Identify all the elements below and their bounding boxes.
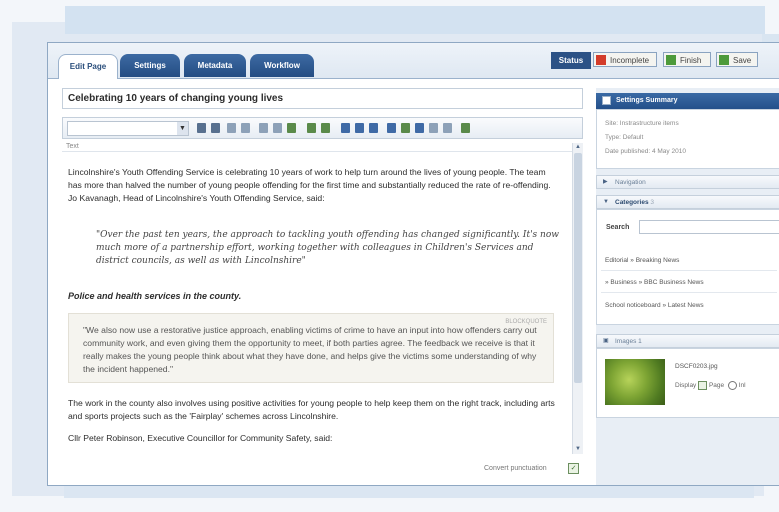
image-display-options: Display Page Inl xyxy=(675,381,746,390)
inline-radio[interactable] xyxy=(727,381,737,390)
paragraph: Cllr Peter Robinson, Executive Councillo… xyxy=(68,433,333,443)
settings-summary-header[interactable]: Settings Summary xyxy=(596,93,779,109)
images-count: 1 xyxy=(638,338,642,345)
pull-quote: "Over the past ten years, the approach t… xyxy=(96,230,559,266)
navigation-label: Navigation xyxy=(615,179,646,186)
incomplete-status-button[interactable]: Incomplete xyxy=(593,52,657,67)
settings-summary-icon xyxy=(602,96,611,105)
image-filename: DSCF0203.jpg xyxy=(675,363,718,370)
save-label: Save xyxy=(733,56,752,65)
chevron-down-icon: ▼ xyxy=(603,199,609,205)
navigation-section[interactable]: ▶ Navigation xyxy=(596,175,779,189)
search-label: Search xyxy=(606,224,630,231)
sidebar: Settings Summary Site: Instrastructure i… xyxy=(596,88,779,485)
scrollbar-thumb[interactable] xyxy=(574,153,582,383)
site-meta: Site: Instrastructure items xyxy=(605,120,679,127)
special-char-icon[interactable] xyxy=(443,123,452,133)
blockquote-tag: BLOCKQUOTE xyxy=(505,319,547,325)
type-meta: Type: Default xyxy=(605,134,644,141)
images-box: DSCF0203.jpg Display Page Inl xyxy=(596,348,779,418)
images-section[interactable]: ▣ Images 1 xyxy=(596,334,779,348)
convert-punctuation-checkbox[interactable]: ✓ xyxy=(568,463,579,474)
background-panel-top xyxy=(65,6,765,34)
bullet-list-icon[interactable] xyxy=(227,123,236,133)
finish-label: Finish xyxy=(680,56,702,65)
category-item[interactable]: Editorial » Breaking News xyxy=(605,257,679,264)
page-title-input[interactable]: Celebrating 10 years of changing young l… xyxy=(62,88,583,109)
scroll-down-icon[interactable]: ▼ xyxy=(573,445,583,454)
display-label: Display xyxy=(675,382,697,390)
spellcheck-icon[interactable] xyxy=(461,123,470,133)
paste-text-icon[interactable] xyxy=(307,123,316,133)
unlink-icon[interactable] xyxy=(355,123,364,133)
chevron-down-icon: ▼ xyxy=(177,122,188,135)
paste-word-icon[interactable] xyxy=(321,123,330,133)
tab-workflow[interactable]: Workflow xyxy=(250,54,314,77)
incomplete-label: Incomplete xyxy=(610,56,650,65)
page-option-label: Page xyxy=(708,382,725,390)
copy-icon[interactable] xyxy=(273,123,282,133)
save-button[interactable]: Save xyxy=(716,52,758,67)
paragraph: Lincolnshire's Youth Offending Service i… xyxy=(68,167,551,203)
editor-scrollbar[interactable]: ▲ ▼ xyxy=(572,143,583,454)
categories-count: 3 xyxy=(650,199,655,206)
image-icon[interactable] xyxy=(387,123,396,133)
inline-option-label: Inl xyxy=(738,382,746,390)
subheading: Police and health services in the county… xyxy=(68,291,242,301)
image-icon: ▣ xyxy=(603,338,609,344)
numbered-list-icon[interactable] xyxy=(241,123,250,133)
tab-bar: Edit Page Settings Metadata Workflow Sta… xyxy=(48,43,779,79)
category-item[interactable]: » Business » BBC Business News xyxy=(605,279,704,286)
incomplete-flag-icon xyxy=(596,55,606,65)
rich-text-editor[interactable]: Lincolnshire's Youth Offending Service i… xyxy=(62,151,572,455)
horizontal-rule-icon[interactable] xyxy=(429,123,438,133)
page-checkbox[interactable] xyxy=(698,381,708,390)
paragraph: The work in the county also involves usi… xyxy=(68,398,555,421)
divider xyxy=(601,270,777,271)
status-label: Status xyxy=(551,52,591,69)
text-field-label: Text xyxy=(66,143,79,150)
media-icon[interactable] xyxy=(401,123,410,133)
save-icon xyxy=(719,55,729,65)
bold-icon[interactable] xyxy=(197,123,206,133)
tab-settings[interactable]: Settings xyxy=(120,54,180,77)
categories-label: Categories xyxy=(615,199,649,206)
convert-punctuation-label: Convert punctuation xyxy=(484,465,547,472)
link-icon[interactable] xyxy=(341,123,350,133)
paste-icon[interactable] xyxy=(287,123,296,133)
cms-window: Edit Page Settings Metadata Workflow Sta… xyxy=(47,42,779,486)
category-search-input[interactable] xyxy=(639,220,779,234)
divider xyxy=(601,292,777,293)
images-label: Images xyxy=(615,338,637,345)
categories-box: Search Editorial » Breaking News » Busin… xyxy=(596,209,779,325)
tab-edit-page[interactable]: Edit Page xyxy=(58,54,118,79)
table-icon[interactable] xyxy=(415,123,424,133)
category-item[interactable]: School noticeboard » Latest News xyxy=(605,302,704,309)
settings-summary-box: Site: Instrastructure items Type: Defaul… xyxy=(596,109,779,169)
finish-check-icon xyxy=(666,55,676,65)
categories-section[interactable]: ▼ Categories 3 xyxy=(596,195,779,209)
cut-icon[interactable] xyxy=(259,123,268,133)
settings-summary-title: Settings Summary xyxy=(616,97,678,104)
image-thumbnail[interactable] xyxy=(605,359,665,405)
editor-toolbar: ▼ xyxy=(62,117,583,139)
scroll-up-icon[interactable]: ▲ xyxy=(573,143,583,152)
finish-button[interactable]: Finish xyxy=(663,52,711,67)
style-dropdown[interactable]: ▼ xyxy=(67,121,189,136)
blockquote: BLOCKQUOTE "We also now use a restorativ… xyxy=(68,313,554,383)
chevron-right-icon: ▶ xyxy=(603,179,608,185)
published-meta: Date published: 4 May 2010 xyxy=(605,148,686,155)
tab-metadata[interactable]: Metadata xyxy=(184,54,246,77)
italic-icon[interactable] xyxy=(211,123,220,133)
anchor-icon[interactable] xyxy=(369,123,378,133)
blockquote-text: "We also now use a restorative justice a… xyxy=(83,325,537,374)
